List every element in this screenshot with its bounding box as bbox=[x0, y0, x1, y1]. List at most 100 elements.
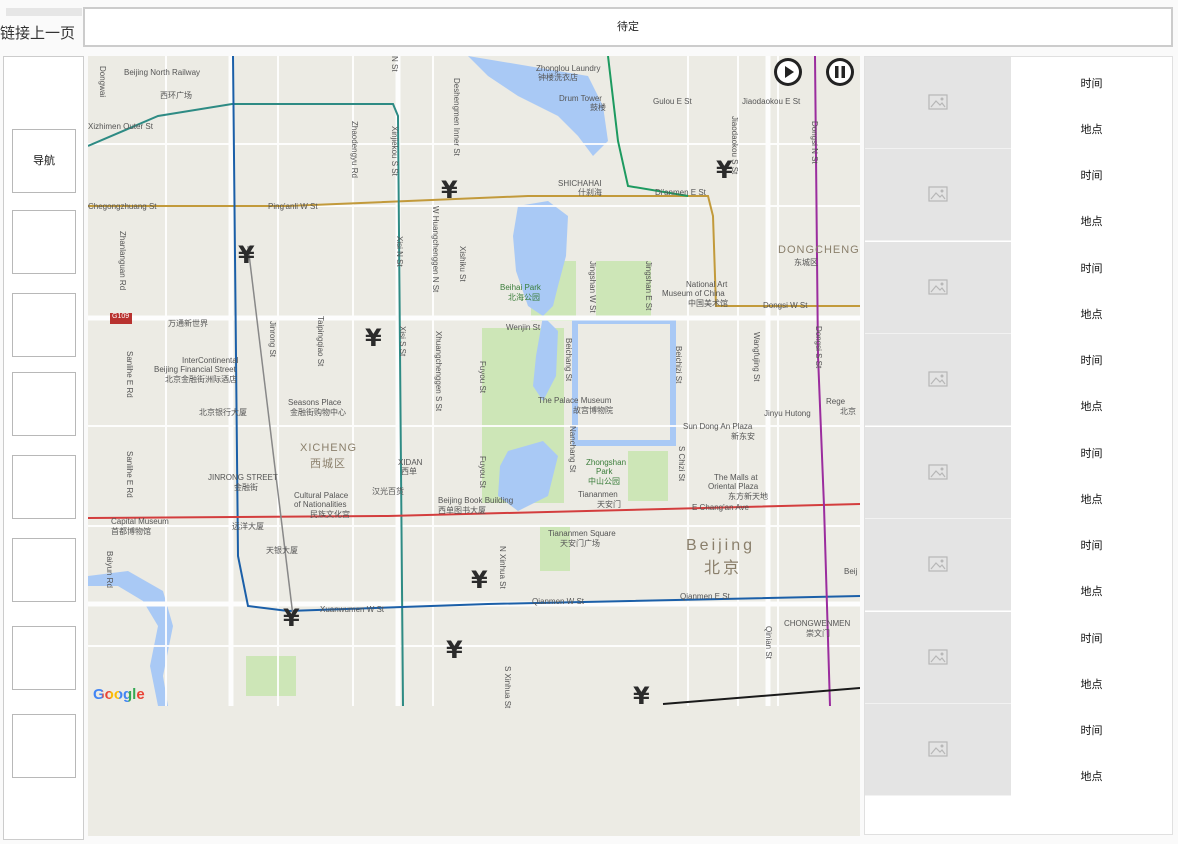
map-label: Beichang St bbox=[564, 338, 573, 382]
map-label: N St bbox=[390, 56, 399, 72]
currency-marker[interactable]: ¥ bbox=[238, 241, 255, 269]
nav-slot-3[interactable] bbox=[12, 293, 76, 357]
record-place: 地点 bbox=[1080, 123, 1103, 136]
nav-slot-6[interactable] bbox=[12, 538, 76, 602]
map-label: Nanchang St bbox=[568, 426, 577, 473]
record-card[interactable]: 时间 地点 bbox=[865, 519, 1172, 611]
map-label: W Huangchenggen N St bbox=[431, 206, 440, 293]
currency-marker[interactable]: ¥ bbox=[441, 176, 458, 204]
play-button[interactable] bbox=[774, 58, 802, 86]
record-info: 时间 地点 bbox=[1011, 519, 1172, 611]
record-card[interactable]: 时间 地点 bbox=[865, 704, 1172, 796]
map-label: Zhanlanguan Rd bbox=[118, 231, 127, 291]
map-label: 北海公园 bbox=[508, 293, 540, 302]
header-bar: 待定 bbox=[83, 7, 1173, 47]
map-view[interactable]: Beijing North Railway 西环广场 Zhonglou Laun… bbox=[88, 56, 860, 836]
record-card[interactable]: 时间 地点 bbox=[865, 334, 1172, 426]
map-label: Dongsi W St bbox=[763, 301, 808, 310]
map-label: Beijing Financial Street bbox=[154, 365, 236, 374]
nav-slot-5[interactable] bbox=[12, 455, 76, 519]
map-label: 新东安 bbox=[731, 432, 755, 441]
currency-marker[interactable]: ¥ bbox=[365, 324, 382, 352]
image-placeholder-icon bbox=[928, 556, 948, 572]
record-card[interactable]: 时间 地点 bbox=[865, 57, 1172, 149]
nav-slot-4[interactable] bbox=[12, 372, 76, 436]
nav-button[interactable]: 导航 bbox=[12, 129, 76, 193]
image-placeholder-icon bbox=[928, 649, 948, 665]
record-card[interactable]: 时间 地点 bbox=[865, 427, 1172, 519]
record-time: 时间 bbox=[1080, 169, 1103, 182]
pause-button[interactable] bbox=[826, 58, 854, 86]
nav-slot-8[interactable] bbox=[12, 714, 76, 778]
map-label: of Nationalities bbox=[294, 500, 347, 509]
record-place: 地点 bbox=[1080, 585, 1103, 598]
record-card[interactable]: 时间 地点 bbox=[865, 149, 1172, 241]
record-time: 时间 bbox=[1080, 262, 1103, 275]
map-label: Beijing Book Building bbox=[438, 496, 514, 505]
map-label: 什刹海 bbox=[578, 188, 602, 197]
page-title: 待定 bbox=[617, 20, 639, 33]
record-time: 时间 bbox=[1080, 724, 1103, 737]
map-label: Xisi N St bbox=[395, 236, 404, 267]
map-label: 西环广场 bbox=[160, 91, 192, 100]
map-label: 北京银行大厦 bbox=[199, 408, 247, 417]
corner-cap bbox=[6, 8, 82, 16]
map-label: Wangfujing St bbox=[752, 332, 761, 382]
map-label: Cultural Palace bbox=[294, 491, 349, 500]
map-label: Beihai Park bbox=[500, 283, 541, 292]
map-label: The Malls at bbox=[714, 473, 758, 482]
map-label: Beijing bbox=[686, 537, 756, 554]
map-label: XICHENG bbox=[300, 442, 358, 454]
map-label: N Xinhua St bbox=[498, 546, 507, 589]
back-link[interactable]: 链接上一页 bbox=[0, 20, 82, 46]
nav-slot-7[interactable] bbox=[12, 626, 76, 690]
map-label: 金融街 bbox=[234, 483, 258, 492]
record-time: 时间 bbox=[1080, 354, 1103, 367]
image-placeholder-icon bbox=[928, 279, 948, 295]
map-label: 北京 bbox=[840, 407, 856, 416]
map-label: Qianmen E St bbox=[680, 592, 730, 601]
image-placeholder-icon bbox=[928, 464, 948, 480]
map-label: 民族文化宫 bbox=[310, 510, 350, 519]
map-label: Capital Museum bbox=[111, 517, 169, 526]
record-thumbnail bbox=[865, 57, 1011, 149]
map-label: 金融街购物中心 bbox=[290, 408, 346, 417]
currency-marker[interactable]: ¥ bbox=[633, 682, 650, 710]
map-label: 天银大厦 bbox=[266, 546, 298, 555]
currency-marker[interactable]: ¥ bbox=[283, 604, 300, 632]
record-place: 地点 bbox=[1080, 678, 1103, 691]
map-label: 故宫博物院 bbox=[573, 406, 613, 415]
map-label: 东方新天地 bbox=[728, 492, 768, 501]
nav-slot-2[interactable] bbox=[12, 210, 76, 274]
map-label: Sanlihe E Rd bbox=[125, 351, 134, 398]
record-card[interactable]: 时间 地点 bbox=[865, 242, 1172, 334]
play-circle-icon bbox=[777, 61, 799, 83]
map-label: Dongwai bbox=[98, 66, 107, 98]
map-label: InterContinental bbox=[182, 356, 239, 365]
map-label: Xuanwumen W St bbox=[320, 605, 385, 614]
map-label: 西单图书大厦 bbox=[438, 506, 486, 515]
map-label: 北京 bbox=[704, 560, 743, 577]
page: 链接上一页 待定 导航 Beijing North Railway 西环广场 Z… bbox=[0, 0, 1178, 844]
records-panel: 时间 地点 时间 地点 时间 地点 时间 地点 时间 地点 时间 地点 时间 地… bbox=[864, 56, 1173, 835]
map-label: Gulou E St bbox=[653, 97, 692, 106]
currency-marker[interactable]: ¥ bbox=[446, 636, 463, 664]
record-card[interactable]: 时间 地点 bbox=[865, 612, 1172, 704]
map-label: 西城区 bbox=[310, 458, 346, 470]
map-label: Qinian St bbox=[764, 626, 773, 659]
record-thumbnail bbox=[865, 612, 1011, 704]
record-thumbnail bbox=[865, 427, 1011, 519]
map-label: 远洋大厦 bbox=[232, 522, 264, 531]
map-label: Di'anmen E St bbox=[655, 188, 706, 197]
map-label: 西单 bbox=[401, 467, 417, 476]
record-time: 时间 bbox=[1080, 539, 1103, 552]
map-label: Dongsi N St bbox=[810, 121, 819, 164]
currency-marker[interactable]: ¥ bbox=[471, 566, 488, 594]
map-label: Deshengmen Inner St bbox=[452, 78, 461, 156]
map-label: 中山公园 bbox=[588, 477, 620, 486]
record-info: 时间 地点 bbox=[1011, 57, 1172, 149]
map-label: 天安门 bbox=[597, 500, 621, 509]
map-label: Beichizi St bbox=[674, 346, 683, 384]
currency-marker[interactable]: ¥ bbox=[716, 156, 733, 184]
map-label: 天安门广场 bbox=[560, 539, 600, 548]
